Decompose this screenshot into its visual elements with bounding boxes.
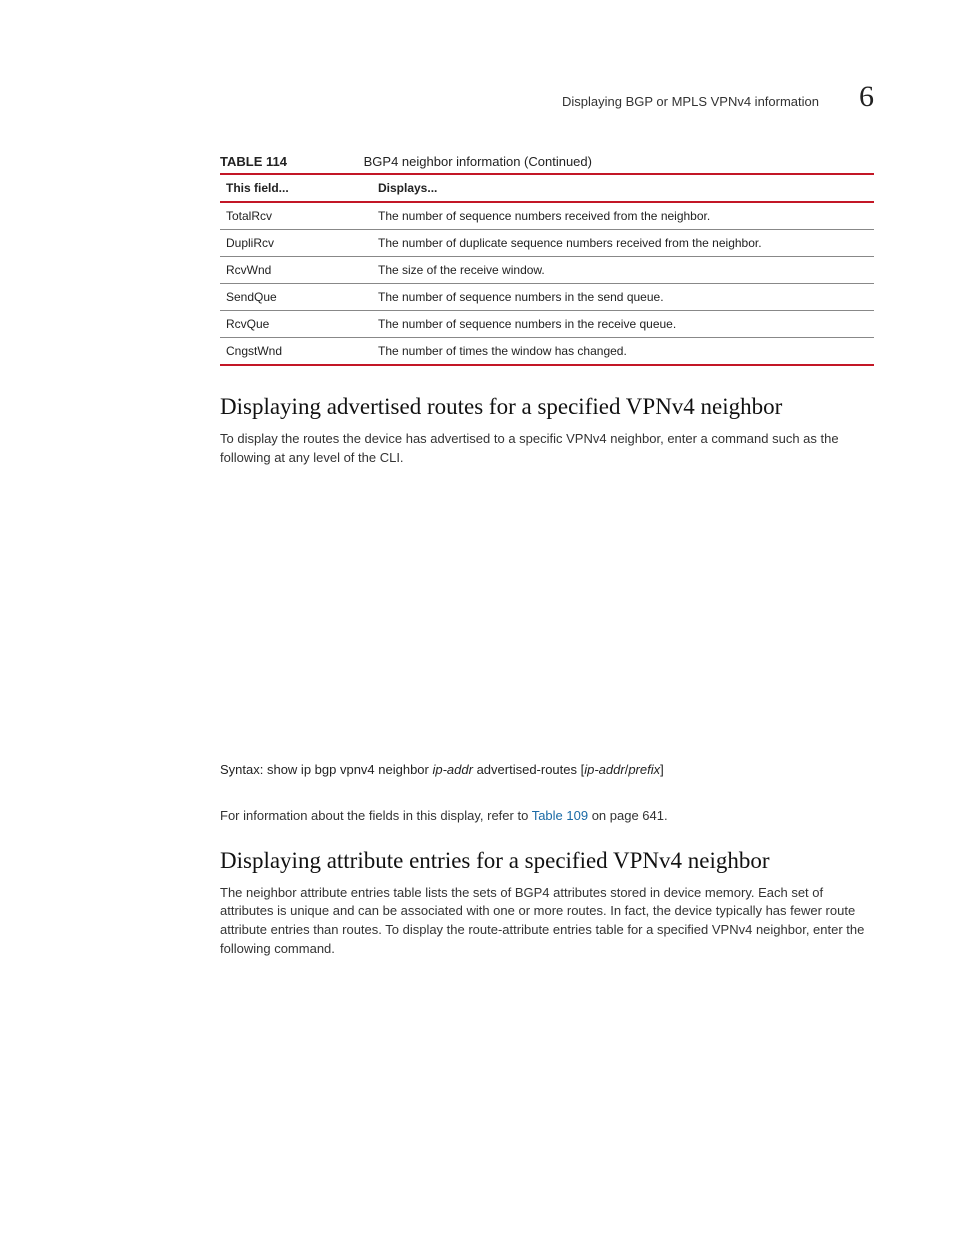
table-link[interactable]: Table 109 <box>532 808 588 823</box>
cell-displays: The size of the receive window. <box>372 257 874 284</box>
cell-field: CngstWnd <box>220 338 372 366</box>
cell-field: SendQue <box>220 284 372 311</box>
syntax-arg: ip-addr <box>584 762 624 777</box>
syntax-label: Syntax: <box>220 762 267 777</box>
cell-displays: The number of sequence numbers in the re… <box>372 311 874 338</box>
reference-line: For information about the fields in this… <box>220 807 874 826</box>
cell-field: DupliRcv <box>220 230 372 257</box>
section1-para: To display the routes the device has adv… <box>220 430 874 468</box>
cell-displays: The number of sequence numbers in the se… <box>372 284 874 311</box>
syntax-cmd: ] <box>660 762 664 777</box>
bgp4-neighbor-table: This field... Displays... TotalRcv The n… <box>220 173 874 366</box>
table-title: BGP4 neighbor information (Continued) <box>364 154 592 169</box>
ref-before: For information about the fields in this… <box>220 808 532 823</box>
table-row: DupliRcv The number of duplicate sequenc… <box>220 230 874 257</box>
cell-displays: The number of times the window has chang… <box>372 338 874 366</box>
syntax-arg: prefix <box>628 762 660 777</box>
table-row: SendQue The number of sequence numbers i… <box>220 284 874 311</box>
chapter-number: 6 <box>859 80 874 114</box>
section-heading-attribute-entries: Displaying attribute entries for a speci… <box>220 848 874 874</box>
page: Displaying BGP or MPLS VPNv4 information… <box>0 0 954 1033</box>
cell-displays: The number of sequence numbers received … <box>372 202 874 230</box>
col-field-header: This field... <box>220 174 372 202</box>
running-title: Displaying BGP or MPLS VPNv4 information <box>562 94 819 109</box>
blank-space <box>220 482 874 762</box>
table-row: CngstWnd The number of times the window … <box>220 338 874 366</box>
table-row: TotalRcv The number of sequence numbers … <box>220 202 874 230</box>
table-row: RcvWnd The size of the receive window. <box>220 257 874 284</box>
cell-field: TotalRcv <box>220 202 372 230</box>
syntax-arg: ip-addr <box>432 762 472 777</box>
syntax-cmd: advertised-routes [ <box>473 762 584 777</box>
table-caption: TABLE 114 BGP4 neighbor information (Con… <box>220 154 874 169</box>
col-displays-header: Displays... <box>372 174 874 202</box>
table-number: TABLE 114 <box>220 154 360 169</box>
section2-para: The neighbor attribute entries table lis… <box>220 884 874 959</box>
running-header: Displaying BGP or MPLS VPNv4 information… <box>220 80 874 114</box>
syntax-cmd: show ip bgp vpnv4 neighbor <box>267 762 433 777</box>
section-heading-advertised-routes: Displaying advertised routes for a speci… <box>220 394 874 420</box>
syntax-line: Syntax: show ip bgp vpnv4 neighbor ip-ad… <box>220 762 874 777</box>
table-row: RcvQue The number of sequence numbers in… <box>220 311 874 338</box>
cell-field: RcvWnd <box>220 257 372 284</box>
cell-field: RcvQue <box>220 311 372 338</box>
ref-after: on page 641. <box>588 808 668 823</box>
cell-displays: The number of duplicate sequence numbers… <box>372 230 874 257</box>
